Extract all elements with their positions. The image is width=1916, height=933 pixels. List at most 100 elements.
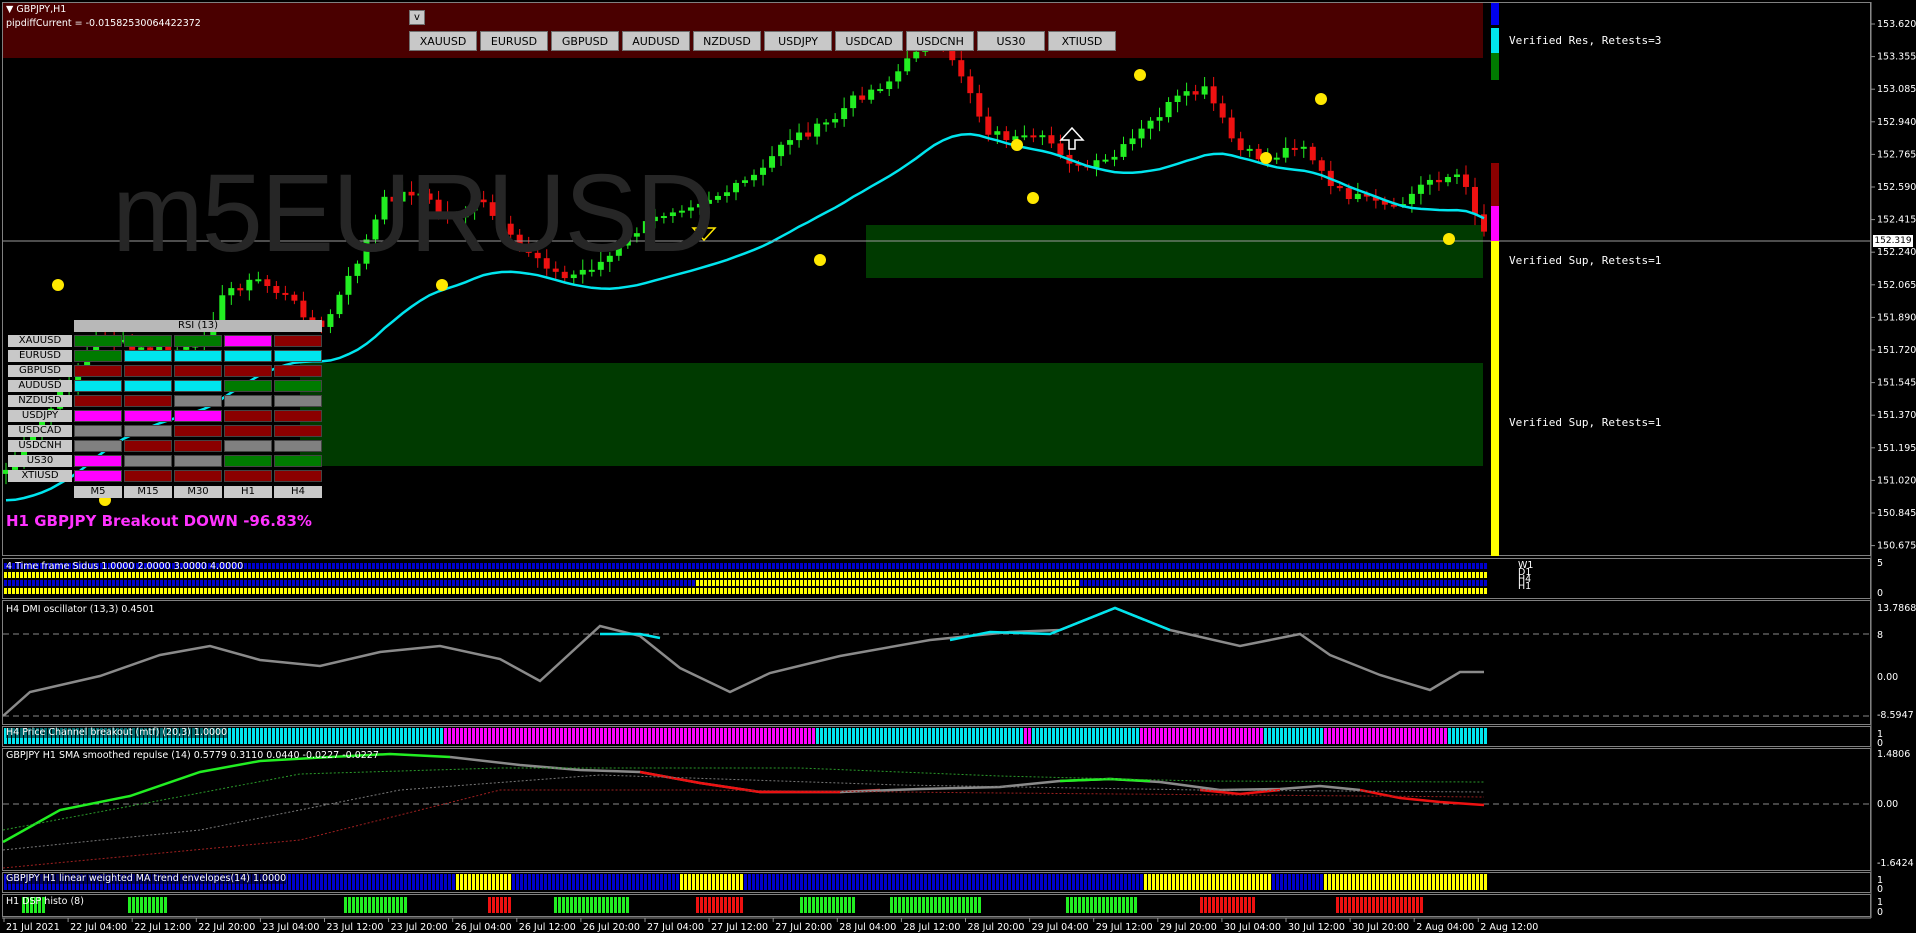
channel-bar — [1276, 728, 1279, 744]
toggle-buttons-button[interactable]: v — [409, 10, 425, 25]
sidus-cell — [924, 580, 927, 586]
sidus-cell — [120, 580, 123, 586]
sidus-cell — [1444, 580, 1447, 586]
channel-bar — [236, 728, 239, 744]
envelope-bar — [932, 874, 935, 890]
envelope-bar — [1296, 874, 1299, 890]
sidus-cell — [1184, 580, 1187, 586]
envelope-bar — [1280, 874, 1283, 890]
channel-bar — [264, 728, 267, 744]
sidus-cell — [140, 588, 143, 594]
sidus-cell — [684, 588, 687, 594]
symbol-button-eurusd[interactable]: EURUSD — [480, 31, 548, 51]
channel-bar — [1176, 728, 1179, 744]
sidus-cell — [212, 580, 215, 586]
sidus-cell — [1024, 588, 1027, 594]
sidus-cell — [1320, 580, 1323, 586]
sidus-cell — [632, 563, 635, 569]
envelope-bar — [800, 874, 803, 890]
sidus-cell — [672, 580, 675, 586]
symbol-button-us30[interactable]: US30 — [977, 31, 1045, 51]
sidus-cell — [1192, 563, 1195, 569]
envelope-bar — [744, 874, 747, 890]
sidus-cell — [344, 588, 347, 594]
channel-bar — [524, 728, 527, 744]
candle-body — [1201, 86, 1208, 95]
sidus-cell — [764, 572, 767, 578]
dsp-bar — [962, 897, 965, 913]
channel-bar — [900, 728, 903, 744]
sidus-cell — [1152, 588, 1155, 594]
envelope-bar — [1436, 874, 1439, 890]
channel-bar — [724, 728, 727, 744]
sidus-cell — [952, 572, 955, 578]
sidus-cell — [1416, 588, 1419, 594]
sidus-cell — [1240, 588, 1243, 594]
channel-bar — [324, 728, 327, 744]
sidus-cell — [1056, 580, 1059, 586]
dsp-scale: 0 — [1877, 907, 1883, 918]
sidus-cell — [1140, 563, 1143, 569]
channel-bar — [704, 728, 707, 744]
collapse-triangle-icon[interactable]: ▼ — [6, 4, 13, 15]
sidus-cell — [1260, 572, 1263, 578]
symbol-button-gbpusd[interactable]: GBPUSD — [551, 31, 619, 51]
symbol-button-usdjpy[interactable]: USDJPY — [764, 31, 832, 51]
dsp-bar — [1208, 897, 1211, 913]
symbol-button-xtiusd[interactable]: XTIUSD — [1048, 31, 1116, 51]
channel-bar — [744, 728, 747, 744]
dsp-bar — [348, 897, 351, 913]
envelope-bar — [872, 874, 875, 890]
envelope-bar — [508, 874, 511, 890]
channel-bar — [740, 728, 743, 744]
sidus-cell — [160, 580, 163, 586]
channel-bar — [1308, 728, 1311, 744]
sidus-cell — [244, 580, 247, 586]
symbol-button-nzdusd[interactable]: NZDUSD — [693, 31, 761, 51]
envelope-bar — [896, 874, 899, 890]
envelope-bar — [484, 874, 487, 890]
symbol-button-xauusd[interactable]: XAUUSD — [409, 31, 477, 51]
candle-body — [1237, 138, 1244, 151]
sidus-cell — [664, 580, 667, 586]
time-tick-label: 23 Jul 04:00 — [262, 922, 319, 933]
sidus-cell — [676, 588, 679, 594]
dsp-bar — [852, 897, 855, 913]
sidus-cell — [1428, 572, 1431, 578]
sidus-cell — [916, 580, 919, 586]
symbol-button-usdcad[interactable]: USDCAD — [835, 31, 903, 51]
envelope-bar — [960, 874, 963, 890]
envelope-bar — [1240, 874, 1243, 890]
envelope-bar — [1224, 874, 1227, 890]
sidus-cell — [688, 572, 691, 578]
sidus-cell — [444, 572, 447, 578]
sidus-cell — [72, 580, 75, 586]
channel-bar — [1028, 728, 1031, 744]
sidus-cell — [276, 563, 279, 569]
sidus-cell — [1156, 572, 1159, 578]
envelope-bar — [348, 874, 351, 890]
sidus-cell — [8, 588, 11, 594]
dsp-bar — [1380, 897, 1383, 913]
sidus-cell — [1384, 572, 1387, 578]
sidus-cell — [1080, 588, 1083, 594]
sidus-cell — [1396, 580, 1399, 586]
candle-body — [1354, 193, 1361, 200]
sidus-cell — [704, 588, 707, 594]
sidus-cell — [700, 588, 703, 594]
time-tick-label: 26 Jul 04:00 — [455, 922, 512, 933]
sidus-cell — [692, 580, 695, 586]
envelope-bar — [1032, 874, 1035, 890]
sidus-cell — [1100, 563, 1103, 569]
sidus-cell — [552, 588, 555, 594]
sidus-cell — [40, 588, 43, 594]
envelope-bar — [400, 874, 403, 890]
sidus-cell — [956, 563, 959, 569]
sidus-cell — [56, 588, 59, 594]
channel-bar — [300, 728, 303, 744]
sidus-cell — [412, 588, 415, 594]
sidus-cell — [1120, 580, 1123, 586]
symbol-button-audusd[interactable]: AUDUSD — [622, 31, 690, 51]
sidus-cell — [764, 580, 767, 586]
symbol-button-usdcnh[interactable]: USDCNH — [906, 31, 974, 51]
